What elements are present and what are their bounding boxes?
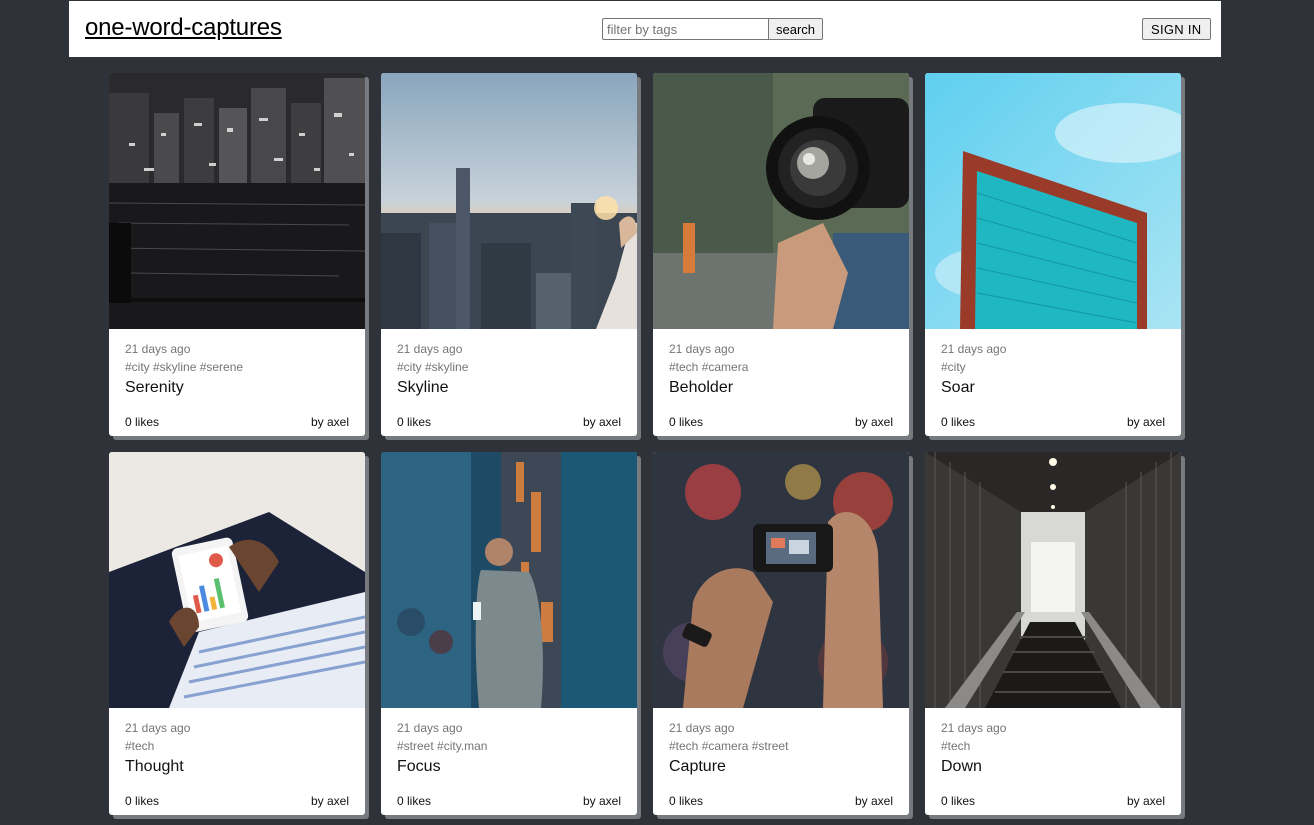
post-likes[interactable]: 0 likes [941, 794, 975, 808]
post-card[interactable]: 21 days ago #tech Down 0 likes by axel [925, 452, 1181, 815]
post-tags: #tech #camera #street [669, 739, 789, 753]
post-card[interactable]: 21 days ago #tech #camera Beholder 0 lik… [653, 73, 909, 436]
post-card[interactable]: 21 days ago #tech Thought 0 likes by axe… [109, 452, 365, 815]
tag-search-form: search [602, 18, 824, 40]
post-title: Soar [941, 379, 975, 396]
post-tags: #street #city.man [397, 739, 488, 753]
post-likes[interactable]: 0 likes [125, 794, 159, 808]
post-photo[interactable] [109, 452, 365, 708]
post-title: Skyline [397, 379, 449, 396]
post-author[interactable]: by axel [311, 794, 349, 808]
post-photo[interactable] [925, 73, 1181, 329]
post-likes[interactable]: 0 likes [669, 415, 703, 429]
post-tags: #tech #camera [669, 360, 749, 374]
top-navbar: one-word-captures search SIGN IN [69, 1, 1221, 57]
post-author[interactable]: by axel [311, 415, 349, 429]
post-likes[interactable]: 0 likes [669, 794, 703, 808]
post-title: Thought [125, 758, 184, 775]
post-title: Capture [669, 758, 726, 775]
post-card[interactable]: 21 days ago #city Soar 0 likes by axel [925, 73, 1181, 436]
post-time: 21 days ago [125, 342, 191, 356]
post-photo[interactable] [925, 452, 1181, 708]
post-time: 21 days ago [669, 342, 735, 356]
post-time: 21 days ago [669, 721, 735, 735]
post-likes[interactable]: 0 likes [125, 415, 159, 429]
post-author[interactable]: by axel [583, 794, 621, 808]
post-photo[interactable] [381, 452, 637, 708]
post-author[interactable]: by axel [583, 415, 621, 429]
post-tags: #tech [941, 739, 971, 753]
post-card[interactable]: 21 days ago #city #skyline #serene Seren… [109, 73, 365, 436]
post-title: Beholder [669, 379, 734, 396]
post-time: 21 days ago [397, 721, 463, 735]
post-author[interactable]: by axel [855, 794, 893, 808]
sign-in-button[interactable]: SIGN IN [1142, 18, 1211, 40]
post-card[interactable]: 21 days ago #city #skyline Skyline 0 lik… [381, 73, 637, 436]
post-title: Serenity [125, 379, 184, 396]
post-tags: #city #skyline [397, 360, 469, 374]
post-photo[interactable] [653, 452, 909, 708]
post-photo[interactable] [381, 73, 637, 329]
post-tags: #city #skyline #serene [125, 360, 244, 374]
post-card[interactable]: 21 days ago #tech #camera #street Captur… [653, 452, 909, 815]
post-photo[interactable] [653, 73, 909, 329]
post-time: 21 days ago [125, 721, 191, 735]
post-time: 21 days ago [941, 342, 1007, 356]
post-likes[interactable]: 0 likes [397, 794, 431, 808]
post-author[interactable]: by axel [1127, 415, 1165, 429]
post-photo[interactable] [109, 73, 365, 329]
search-button[interactable]: search [768, 18, 824, 40]
post-tags: #city [941, 360, 966, 374]
post-author[interactable]: by axel [1127, 794, 1165, 808]
brand-logo-link[interactable]: one-word-captures [85, 14, 282, 42]
post-card[interactable]: 21 days ago #street #city.man Focus 0 li… [381, 452, 637, 815]
tag-filter-input[interactable] [602, 18, 768, 40]
post-time: 21 days ago [397, 342, 463, 356]
post-title: Down [941, 758, 982, 775]
post-tags: #tech [125, 739, 155, 753]
post-time: 21 days ago [941, 721, 1007, 735]
post-title: Focus [397, 758, 441, 775]
post-likes[interactable]: 0 likes [397, 415, 431, 429]
post-likes[interactable]: 0 likes [941, 415, 975, 429]
post-author[interactable]: by axel [855, 415, 893, 429]
